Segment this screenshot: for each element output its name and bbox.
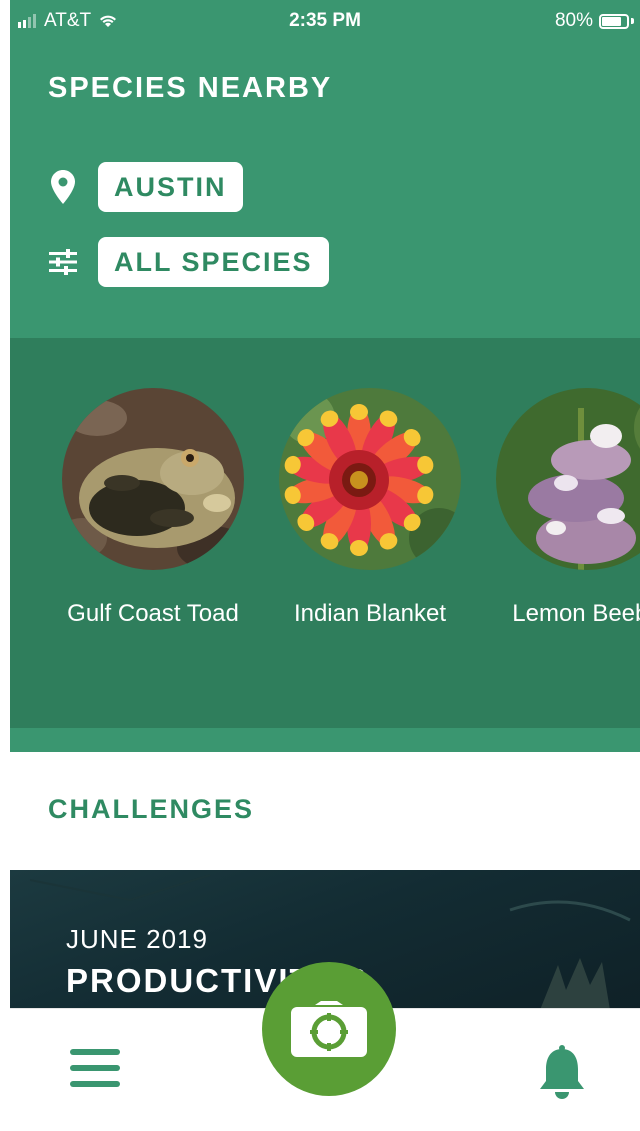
species-name: Lemon Beeba (512, 600, 640, 627)
bell-icon[interactable] (536, 1045, 588, 1101)
challenge-date: JUNE 2019 (66, 924, 208, 954)
sliders-icon (48, 245, 78, 279)
species-card-gulf-coast-toad[interactable]: Gulf Coast Toad (58, 388, 248, 628)
battery-icon (599, 13, 629, 29)
camera-icon (291, 1001, 367, 1057)
gulf-coast-toad-photo (62, 388, 244, 570)
map-pin-icon (48, 170, 78, 204)
species-filter-chip[interactable]: ALL SPECIES (98, 237, 329, 287)
species-name: Gulf Coast Toad (67, 600, 239, 627)
battery-indicator: 80% (555, 10, 634, 32)
species-nearby-header: SPECIES NEARBY AUSTIN ALL SPECIES (10, 42, 640, 338)
location-filter-row: AUSTIN (48, 162, 243, 212)
camera-button[interactable] (262, 962, 396, 1096)
page-title: SPECIES NEARBY (48, 72, 333, 104)
status-bar: AT&T 2:35 PM 80% (10, 0, 640, 42)
indian-blanket-photo (279, 388, 461, 570)
battery-percent: 80% (554, 10, 593, 31)
header-bottom-band (10, 728, 640, 752)
species-filter-row: ALL SPECIES (48, 237, 329, 287)
left-frame-edge (0, 0, 10, 1130)
location-chip[interactable]: AUSTIN (98, 162, 243, 212)
species-name: Indian Blanket (293, 600, 447, 627)
challenges-heading: CHALLENGES (48, 794, 255, 824)
hamburger-menu-icon[interactable] (70, 1049, 120, 1095)
lemon-beebalm-photo (496, 388, 640, 570)
species-card-lemon-beebalm[interactable]: Lemon Beeba (492, 388, 640, 628)
species-carousel[interactable]: Gulf Coast Toad Indian Blanket Lemon Bee (10, 338, 640, 728)
species-card-indian-blanket[interactable]: Indian Blanket (275, 388, 465, 628)
clock: 2:35 PM (289, 10, 361, 31)
